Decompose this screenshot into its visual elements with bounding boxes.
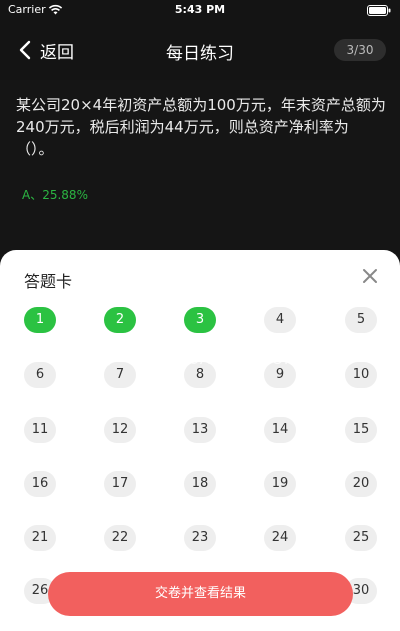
question-number-21[interactable]: 21 [24,525,56,551]
question-number-22[interactable]: 22 [104,525,136,551]
question-number-2[interactable]: 2 [104,307,136,333]
question-number-12[interactable]: 12 [104,417,136,443]
status-bar: Carrier 5:43 PM [0,0,400,20]
question-number-17[interactable]: 17 [104,471,136,497]
question-number-18[interactable]: 18 [184,471,216,497]
question-number-1[interactable]: 1 [24,307,56,333]
question-number-10[interactable]: 10 [345,362,377,388]
clock-time: 5:43 PM [174,3,226,16]
submit-button[interactable]: 交卷并查看结果 [48,572,353,616]
question-number-19[interactable]: 19 [264,471,296,497]
question-number-5[interactable]: 5 [345,307,377,333]
battery-icon [367,5,391,16]
question-number-7[interactable]: 7 [104,362,136,388]
question-text: 某公司20×4年初资产总额为100万元，年末资产总额为240万元，税后利润为44… [16,96,386,158]
answer-sheet-panel: 答题卡 1 2 3 4 5 6 7 8 9 10 11 12 13 14 15 16 17 18 19 20 21 22 2… [0,250,400,631]
question-number-9[interactable]: 9 [264,362,296,388]
progress-badge: 3/30 [334,39,386,61]
question-number-4[interactable]: 4 [264,307,296,333]
question-number-16[interactable]: 16 [24,471,56,497]
question-number-25[interactable]: 25 [345,525,377,551]
option-a[interactable]: A、25.88% [22,186,88,203]
question-number-13[interactable]: 13 [184,417,216,443]
question-number-3[interactable]: 3 [184,307,216,333]
question-number-20[interactable]: 20 [345,471,377,497]
question-number-8[interactable]: 8 [184,362,216,388]
question-number-24[interactable]: 24 [264,525,296,551]
question-number-15[interactable]: 15 [345,417,377,443]
question-number-23[interactable]: 23 [184,525,216,551]
nav-bar: 返回 每日练习 3/30 [0,20,400,80]
question-number-14[interactable]: 14 [264,417,296,443]
question-number-6[interactable]: 6 [24,362,56,388]
question-number-11[interactable]: 11 [24,417,56,443]
